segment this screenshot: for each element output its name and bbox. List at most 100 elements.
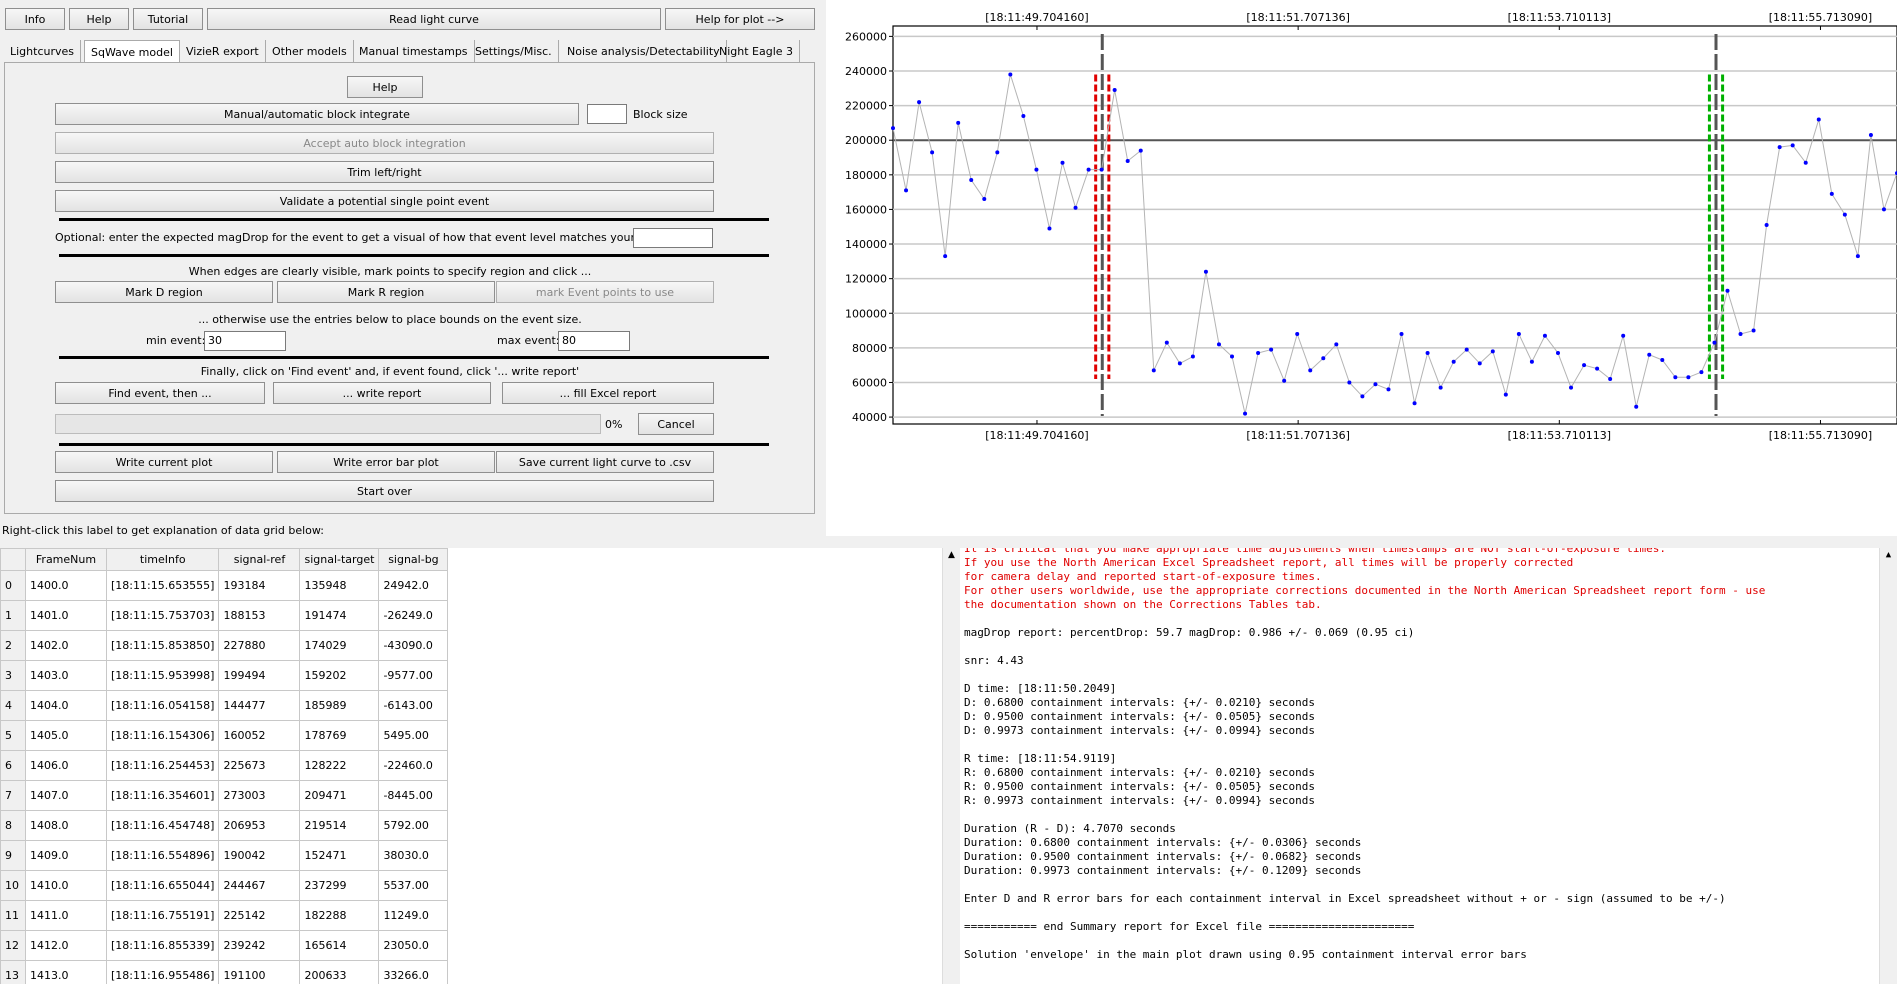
table-row[interactable]: 1 1401.0 [18:11:15.753703] 188153 191474 -262… (0, 600, 449, 631)
info-button[interactable]: Info (5, 8, 65, 30)
data-grid[interactable]: FrameNum timeInfo signal-ref signal-target s… (0, 548, 960, 984)
table-cell[interactable]: 209471 (299, 780, 380, 811)
table-cell[interactable]: 5495.00 (378, 720, 449, 751)
column-header-signal-ref[interactable]: signal-ref (218, 548, 301, 571)
table-cell[interactable]: -26249.0 (378, 600, 449, 631)
table-cell[interactable]: 128222 (299, 750, 380, 781)
table-row[interactable]: 6 1406.0 [18:11:16.254453] 225673 128222 -224… (0, 750, 449, 781)
table-cell[interactable]: 1404.0 (25, 690, 107, 721)
table-cell[interactable]: 1406.0 (25, 750, 107, 781)
grid-scrollbar[interactable]: ▲ (942, 548, 960, 984)
table-cell[interactable]: [18:11:16.655044] (105, 870, 220, 901)
save-csv-button[interactable]: Save current light curve to .csv (496, 451, 714, 473)
table-cell[interactable]: 219514 (299, 810, 380, 841)
light-curve-chart[interactable]: 40000 60000 80000 100000 120000 140000 160000 1… (826, 0, 1897, 536)
mark-d-region-button[interactable]: Mark D region (55, 281, 273, 303)
table-cell[interactable]: 185989 (299, 690, 380, 721)
table-cell[interactable]: 191100 (218, 960, 301, 984)
table-cell[interactable]: 1408.0 (25, 810, 107, 841)
table-cell[interactable]: 5792.00 (378, 810, 449, 841)
table-cell[interactable]: 11249.0 (378, 900, 449, 931)
row-header[interactable]: 10 (0, 870, 26, 901)
table-cell[interactable]: 144477 (218, 690, 301, 721)
table-cell[interactable]: 244467 (218, 870, 301, 901)
max-event-input[interactable]: 80 (558, 331, 630, 351)
write-report-button[interactable]: ... write report (273, 382, 491, 404)
cancel-button[interactable]: Cancel (638, 413, 714, 435)
table-cell[interactable]: 38030.0 (378, 840, 449, 871)
table-cell[interactable]: 1400.0 (25, 570, 107, 601)
panel-help-button[interactable]: Help (347, 76, 423, 98)
table-cell[interactable]: -22460.0 (378, 750, 449, 781)
table-cell[interactable]: [18:11:16.054158] (105, 690, 220, 721)
table-cell[interactable]: [18:11:15.653555] (105, 570, 220, 601)
tutorial-button[interactable]: Tutorial (133, 8, 203, 30)
table-cell[interactable]: 190042 (218, 840, 301, 871)
find-event-button[interactable]: Find event, then ... (55, 382, 265, 404)
table-cell[interactable]: 182288 (299, 900, 380, 931)
column-header-framenum[interactable]: FrameNum (25, 548, 107, 571)
trim-button[interactable]: Trim left/right (55, 161, 714, 183)
table-row[interactable]: 12 1412.0 [18:11:16.855339] 239242 165614 230… (0, 930, 449, 961)
table-cell[interactable]: -8445.00 (378, 780, 449, 811)
table-cell[interactable]: 1410.0 (25, 870, 107, 901)
row-header[interactable]: 0 (0, 570, 26, 601)
table-cell[interactable]: 237299 (299, 870, 380, 901)
row-header[interactable]: 7 (0, 780, 26, 811)
row-header[interactable]: 4 (0, 690, 26, 721)
table-cell[interactable]: [18:11:16.955486] (105, 960, 220, 984)
report-scrollbar[interactable]: ▲ (1879, 548, 1897, 984)
table-cell[interactable]: 33266.0 (378, 960, 449, 984)
table-cell[interactable]: 1412.0 (25, 930, 107, 961)
table-cell[interactable]: [18:11:16.254453] (105, 750, 220, 781)
table-cell[interactable]: 5537.00 (378, 870, 449, 901)
table-cell[interactable]: 191474 (299, 600, 380, 631)
table-cell[interactable]: 178769 (299, 720, 380, 751)
table-cell[interactable]: 200633 (299, 960, 380, 984)
table-row[interactable]: 7 1407.0 [18:11:16.354601] 273003 209471 -844… (0, 780, 449, 811)
accept-auto-block-button[interactable]: Accept auto block integration (55, 132, 714, 154)
row-header[interactable]: 13 (0, 960, 26, 984)
tab-manual-timestamps[interactable]: Manual timestamps (353, 40, 475, 62)
row-header[interactable]: 12 (0, 930, 26, 961)
row-header[interactable]: 9 (0, 840, 26, 871)
corner-header[interactable] (0, 548, 26, 571)
table-cell[interactable]: 193184 (218, 570, 301, 601)
table-row[interactable]: 5 1405.0 [18:11:16.154306] 160052 178769 5495… (0, 720, 449, 751)
table-row[interactable]: 9 1409.0 [18:11:16.554896] 190042 152471 3803… (0, 840, 449, 871)
manual-block-integrate-button[interactable]: Manual/automatic block integrate (55, 103, 579, 125)
mark-r-region-button[interactable]: Mark R region (277, 281, 495, 303)
table-cell[interactable]: [18:11:16.855339] (105, 930, 220, 961)
table-cell[interactable]: 225142 (218, 900, 301, 931)
mark-event-points-button[interactable]: mark Event points to use (496, 281, 714, 303)
table-cell[interactable]: -6143.00 (378, 690, 449, 721)
help-button[interactable]: Help (69, 8, 129, 30)
tab-lightcurves[interactable]: Lightcurves (4, 40, 82, 62)
table-cell[interactable]: 1413.0 (25, 960, 107, 984)
tab-night-eagle-3[interactable]: Night Eagle 3 (713, 40, 801, 62)
row-header[interactable]: 6 (0, 750, 26, 781)
table-cell[interactable]: [18:11:16.154306] (105, 720, 220, 751)
table-cell[interactable]: 1411.0 (25, 900, 107, 931)
light-curve-plot[interactable]: 40000 60000 80000 100000 120000 140000 160000 1… (826, 0, 1897, 536)
table-cell[interactable]: [18:11:16.354601] (105, 780, 220, 811)
tab-settings-misc[interactable]: Settings/Misc. (469, 40, 559, 62)
report-text-area[interactable]: ▲ It is critical that you make appropria… (960, 548, 1897, 984)
table-cell[interactable]: 225673 (218, 750, 301, 781)
table-row[interactable]: 3 1403.0 [18:11:15.953998] 199494 159202 -957… (0, 660, 449, 691)
column-header-signal-bg[interactable]: signal-bg (378, 548, 449, 571)
table-row[interactable]: 8 1408.0 [18:11:16.454748] 206953 219514 5792… (0, 810, 449, 841)
row-header[interactable]: 5 (0, 720, 26, 751)
table-row[interactable]: 0 1400.0 [18:11:15.653555] 193184 135948 2494… (0, 570, 449, 601)
table-cell[interactable]: -43090.0 (378, 630, 449, 661)
table-cell[interactable]: 24942.0 (378, 570, 449, 601)
table-cell[interactable]: 135948 (299, 570, 380, 601)
table-cell[interactable]: 239242 (218, 930, 301, 961)
table-cell[interactable]: 188153 (218, 600, 301, 631)
table-cell[interactable]: 1407.0 (25, 780, 107, 811)
magdrop-input[interactable] (633, 228, 713, 248)
tab-noise-analysis[interactable]: Noise analysis/Detectability (561, 40, 727, 62)
scroll-up-icon[interactable]: ▲ (1880, 548, 1897, 562)
row-header[interactable]: 11 (0, 900, 26, 931)
block-size-input[interactable] (587, 104, 627, 124)
